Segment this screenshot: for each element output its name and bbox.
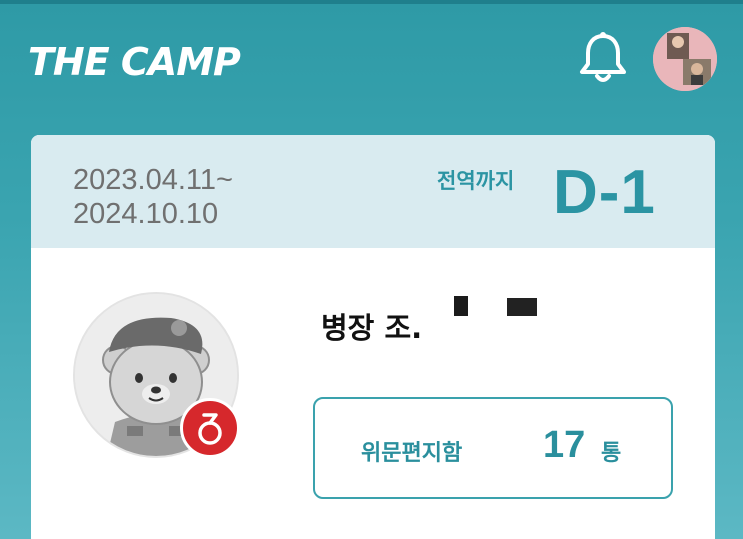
service-card: 2023.04.11~ 2024.10.10 전역까지 D-1 병장 조. 위문… (31, 135, 715, 539)
period-start: 2023.04.11~ (73, 164, 233, 196)
letter-count-unit: 통 (601, 441, 622, 466)
letter-box-label: 위문편지함 (361, 441, 463, 466)
redaction-block (454, 296, 468, 316)
top-accent-line (0, 0, 743, 4)
service-period: 2023.04.11~ 2024.10.10 (73, 163, 233, 231)
dday-counter: D-1 (553, 158, 656, 227)
period-end: 2024.10.10 (73, 198, 219, 230)
bell-icon[interactable] (576, 30, 630, 86)
app-logo[interactable]: THE CAMP (28, 40, 241, 84)
letter-count: 17 (543, 424, 586, 466)
soldier-rank-name: 병장 조. (321, 311, 423, 345)
comfort-letter-box-button[interactable]: 위문편지함 17 통 (313, 397, 673, 499)
service-period-header: 2023.04.11~ 2024.10.10 전역까지 D-1 (31, 135, 715, 248)
sergeant-rank-badge (180, 398, 240, 458)
redaction-block (507, 298, 537, 316)
user-avatar[interactable] (653, 27, 717, 91)
dday-label: 전역까지 (437, 169, 515, 193)
